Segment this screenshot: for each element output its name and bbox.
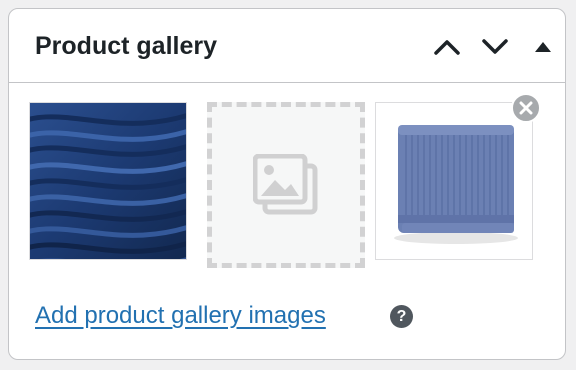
scarf-image	[376, 103, 532, 259]
gallery-image-placeholder[interactable]	[207, 102, 365, 268]
help-icon[interactable]: ?	[390, 305, 413, 328]
add-gallery-images-link[interactable]: Add product gallery images	[35, 301, 326, 331]
move-down-button[interactable]	[477, 29, 513, 65]
chevron-up-icon	[434, 40, 460, 55]
triangle-up-icon	[535, 42, 551, 52]
fabric-image	[30, 103, 186, 259]
close-icon	[519, 101, 533, 115]
gallery-image-scarf[interactable]	[375, 102, 533, 260]
remove-image-button[interactable]	[511, 93, 541, 123]
product-gallery-panel: Product gallery Add product gallery imag…	[8, 8, 566, 360]
image-placeholder-icon	[253, 154, 318, 215]
panel-title: Product gallery	[35, 32, 217, 60]
move-up-button[interactable]	[429, 29, 465, 65]
gallery-image-fabric[interactable]	[29, 102, 187, 260]
chevron-down-icon	[482, 39, 508, 54]
panel-header: Product gallery	[9, 9, 565, 83]
toggle-panel-button[interactable]	[525, 29, 561, 65]
